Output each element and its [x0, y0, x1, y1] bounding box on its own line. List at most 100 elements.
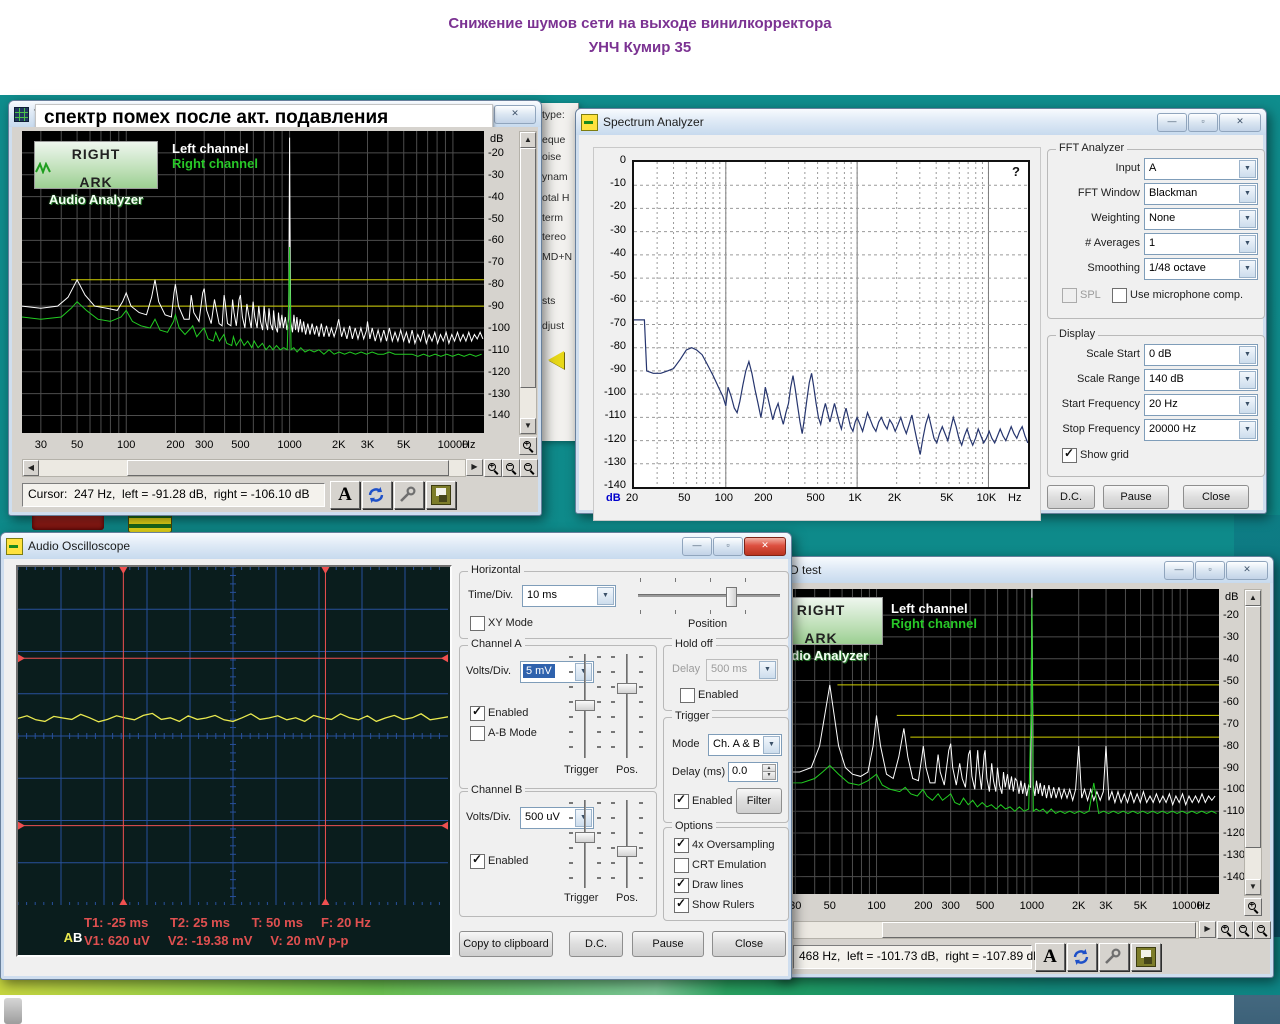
minimize-button[interactable]: — [682, 537, 712, 556]
dropdown-arrow-icon[interactable]: ▼ [1239, 260, 1256, 278]
axis-tick-label: -100 [600, 386, 626, 398]
dropdown-arrow-icon[interactable]: ▼ [1239, 346, 1256, 364]
dc-button[interactable]: D.C. [1047, 485, 1095, 509]
autoscale-button[interactable]: A [330, 481, 360, 509]
filter-button[interactable]: Filter [736, 788, 782, 814]
trigger-level-slider[interactable] [568, 800, 602, 888]
dropdown-arrow-icon[interactable]: ▼ [1239, 185, 1256, 203]
dropdown-arrow-icon[interactable]: ▼ [1239, 421, 1256, 439]
position-slider[interactable] [638, 578, 780, 614]
zoom-out-button[interactable]: − [502, 459, 520, 477]
dropdown-arrow-icon[interactable]: ▼ [597, 587, 614, 605]
stop-frequency-select[interactable]: 20000 Hz▼ [1144, 419, 1258, 441]
dc-button[interactable]: D.C. [569, 931, 623, 957]
ab-mode-checkbox[interactable] [470, 726, 485, 741]
titlebar[interactable]: Spectrum Analyzer — ▫ ✕ [576, 109, 1266, 135]
position-slider[interactable] [610, 800, 644, 888]
axis-tick-label: -140 [488, 409, 510, 421]
spectrum-plot-area[interactable]: RIGHT ARK Audio Analyzer Left channel Ri… [22, 131, 484, 433]
horizontal-scrollbar[interactable]: ◀ [22, 459, 466, 477]
fft-window-select[interactable]: Blackman▼ [1144, 183, 1258, 205]
close-dialog-button[interactable]: Close [712, 931, 786, 957]
autoscale-button[interactable]: A [1035, 943, 1065, 971]
dropdown-arrow-icon[interactable]: ▼ [763, 736, 780, 754]
zoom-in-vertical-button[interactable]: + [519, 437, 537, 455]
close-button[interactable]: ✕ [1226, 561, 1268, 580]
save-button[interactable] [1131, 943, 1161, 971]
position-slider[interactable] [610, 654, 644, 758]
time-measurements: T1: -25 ms T2: 25 ms T: 50 ms F: 20 Hz [84, 915, 371, 930]
close-button[interactable]: ✕ [1219, 113, 1261, 132]
show-rulers-checkbox[interactable] [674, 898, 689, 913]
scale-start-select[interactable]: 0 dB▼ [1144, 344, 1258, 366]
draw-lines-checkbox[interactable] [674, 878, 689, 893]
channel-b-enabled-checkbox[interactable] [470, 854, 485, 869]
zoom-in-vertical-button[interactable]: + [1244, 898, 1262, 916]
copy-to-clipboard-button[interactable]: Copy to clipboard [459, 931, 553, 957]
refresh-button[interactable] [362, 481, 392, 509]
input-select[interactable]: A▼ [1144, 158, 1258, 180]
dropdown-arrow-icon[interactable]: ▼ [1239, 235, 1256, 253]
save-button[interactable] [426, 481, 456, 509]
zoom-out-button[interactable]: − [1235, 921, 1253, 939]
pause-button[interactable]: Pause [632, 931, 704, 957]
trigger-enabled-checkbox[interactable] [674, 794, 689, 809]
zoom-in-button[interactable]: + [484, 459, 502, 477]
vertical-scrollbar[interactable]: ▲ ▼ [1244, 589, 1262, 896]
scale-range-select[interactable]: 140 dB▼ [1144, 369, 1258, 391]
scroll-up-button[interactable]: ▲ [520, 132, 536, 148]
close-dialog-button[interactable]: Close [1183, 485, 1249, 509]
restore-button[interactable]: ▫ [713, 537, 743, 556]
tools-button[interactable] [1099, 943, 1129, 971]
rightmark-logo: RIGHT ARK Audio Analyzer [34, 141, 158, 189]
start-frequency-select[interactable]: 20 Hz▼ [1144, 394, 1258, 416]
refresh-button[interactable] [1067, 943, 1097, 971]
spin-down-icon[interactable]: ▼ [762, 771, 776, 780]
trigger-mode-select[interactable]: Ch. A & B▼ [708, 734, 782, 756]
dropdown-arrow-icon[interactable]: ▼ [1239, 371, 1256, 389]
channel-a-enabled-checkbox[interactable] [470, 706, 485, 721]
hold-off-enabled-checkbox[interactable] [680, 688, 695, 703]
smoothing-select[interactable]: 1/48 octave▼ [1144, 258, 1258, 280]
trigger-delay-spinner[interactable]: 0.0▲▼ [728, 762, 778, 782]
zoom-reset-button[interactable]: − [520, 459, 538, 477]
oversampling-checkbox[interactable] [674, 838, 689, 853]
spl-checkbox[interactable] [1062, 288, 1077, 303]
scroll-down-button[interactable]: ▼ [1245, 879, 1261, 895]
minimize-button[interactable]: — [1164, 561, 1194, 580]
tools-button[interactable] [394, 481, 424, 509]
zoom-reset-button[interactable]: − [1253, 921, 1271, 939]
spectrum-plot-area[interactable]: RIGHT ARK Audio Analyzer Left channel Ri… [793, 589, 1219, 894]
pause-button[interactable]: Pause [1103, 485, 1169, 509]
scroll-down-button[interactable]: ▼ [520, 418, 536, 434]
crt-emulation-checkbox[interactable] [674, 858, 689, 873]
scroll-right-button[interactable]: ▶ [466, 459, 483, 476]
mic-comp-checkbox[interactable] [1112, 288, 1127, 303]
zoom-in-button[interactable]: + [1217, 921, 1235, 939]
dropdown-arrow-icon[interactable]: ▼ [1239, 210, 1256, 228]
time-div-select[interactable]: 10 ms▼ [522, 585, 616, 607]
weighting-select[interactable]: None▼ [1144, 208, 1258, 230]
show-grid-checkbox[interactable] [1062, 448, 1077, 463]
hold-off-delay-select: 500 ms▼ [706, 659, 778, 681]
vertical-scrollbar[interactable]: ▲ ▼ [519, 131, 537, 435]
restore-button[interactable]: ▫ [1188, 113, 1218, 132]
axis-tick-label: -20 [600, 200, 626, 212]
scroll-right-button[interactable]: ▶ [1199, 921, 1216, 938]
axis-tick-label: -100 [488, 322, 510, 334]
titlebar[interactable]: Audio Oscilloscope — ▫ ✕ [1, 533, 791, 559]
scroll-up-button[interactable]: ▲ [1245, 590, 1261, 606]
dropdown-arrow-icon[interactable]: ▼ [1239, 396, 1256, 414]
titlebar[interactable]: D test — ▫ ✕ [776, 557, 1273, 583]
xy-mode-checkbox[interactable] [470, 616, 485, 631]
dropdown-arrow-icon[interactable]: ▼ [1239, 160, 1256, 178]
scroll-left-button[interactable]: ◀ [23, 460, 39, 476]
minimize-button[interactable]: — [1157, 113, 1187, 132]
restore-button[interactable]: ▫ [1195, 561, 1225, 580]
close-button[interactable]: ✕ [494, 105, 536, 124]
averages-select[interactable]: 1▼ [1144, 233, 1258, 255]
help-mark[interactable]: ? [1012, 164, 1020, 179]
horizontal-scrollbar[interactable] [793, 921, 1199, 939]
close-button[interactable]: ✕ [744, 537, 786, 556]
trigger-level-slider[interactable] [568, 654, 602, 758]
